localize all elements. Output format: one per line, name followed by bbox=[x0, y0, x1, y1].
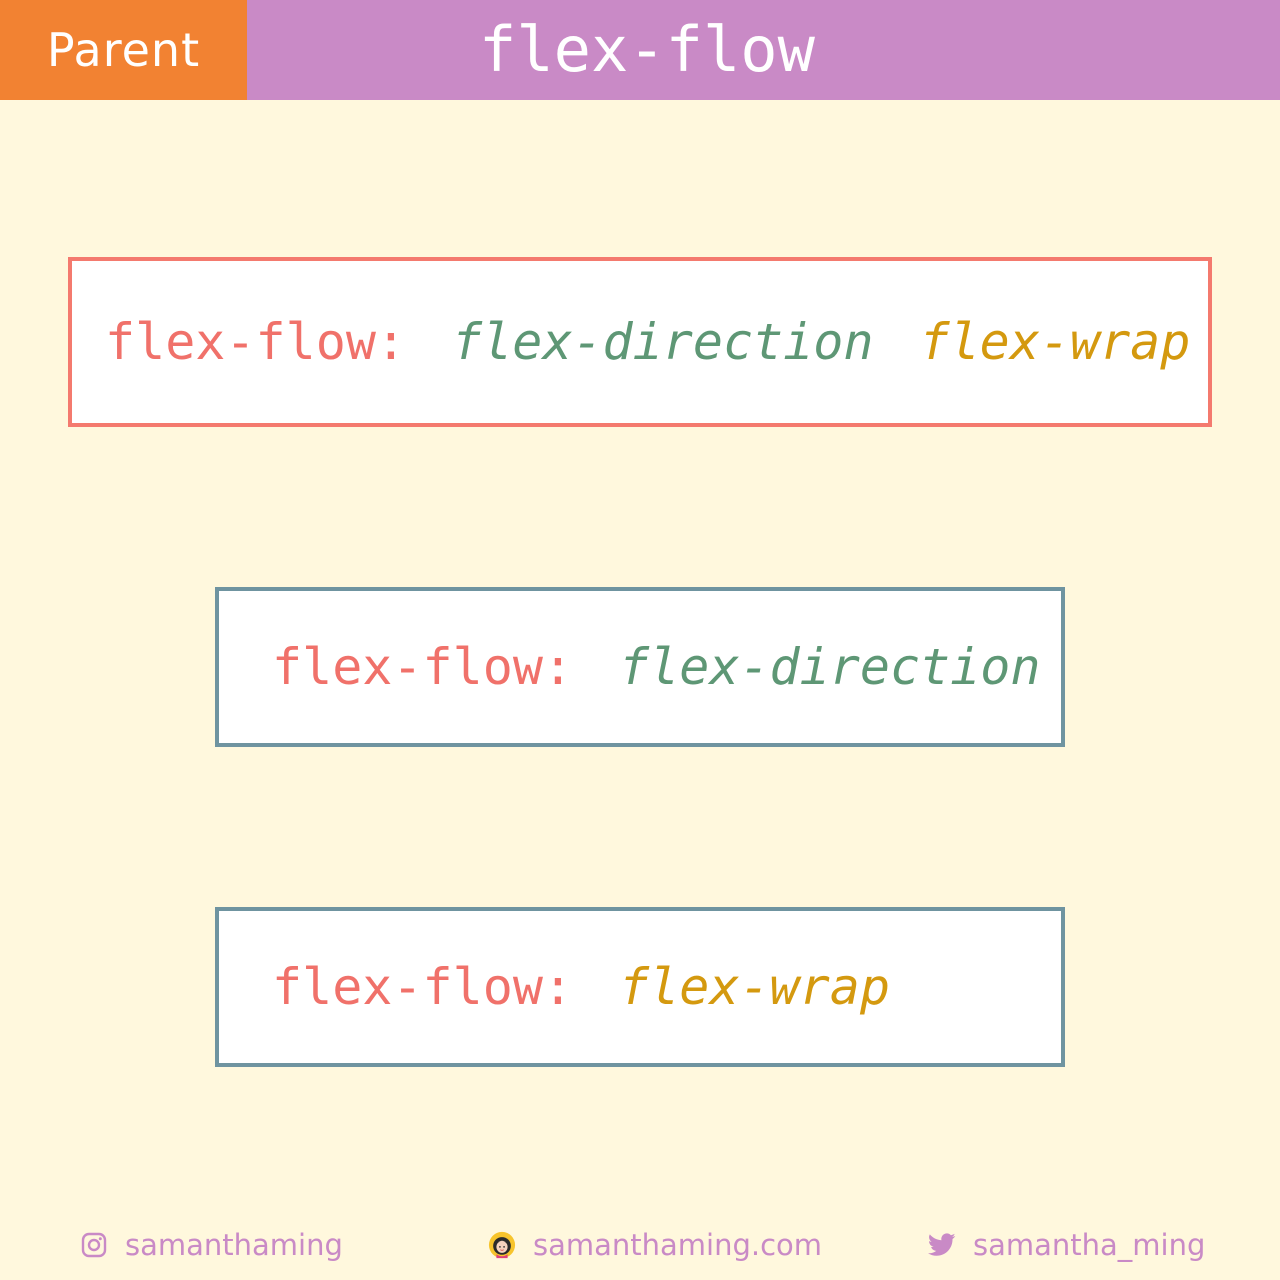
flex-wrap-value: flex-wrap bbox=[919, 313, 1191, 371]
page-title: flex-flow bbox=[479, 13, 815, 86]
twitter-link[interactable]: samantha_ming bbox=[928, 1215, 1205, 1275]
code-line: flex-flow: flex-direction bbox=[272, 637, 1040, 697]
code-box-direction-only: flex-flow: flex-direction bbox=[215, 587, 1065, 747]
code-box-full-shorthand: flex-flow: flex-direction flex-wrap bbox=[68, 257, 1212, 427]
code-line: flex-flow: flex-wrap bbox=[272, 957, 890, 1017]
flex-direction-value: flex-direction bbox=[619, 638, 1041, 696]
instagram-link[interactable]: samanthaming bbox=[80, 1215, 343, 1275]
code-box-wrap-only: flex-flow: flex-wrap bbox=[215, 907, 1065, 1067]
instagram-handle: samanthaming bbox=[125, 1228, 343, 1262]
website-url: samanthaming.com bbox=[533, 1228, 823, 1262]
footer: samanthaming samanthaming.com samantha_m… bbox=[0, 1215, 1280, 1275]
twitter-icon bbox=[928, 1231, 956, 1259]
avatar-icon bbox=[488, 1231, 516, 1259]
property-name: flex-flow: bbox=[105, 313, 407, 371]
flex-direction-value: flex-direction bbox=[452, 313, 874, 371]
code-line: flex-flow: flex-direction flex-wrap bbox=[105, 312, 1190, 372]
twitter-handle: samantha_ming bbox=[973, 1228, 1206, 1262]
flex-wrap-value: flex-wrap bbox=[619, 958, 890, 1016]
instagram-icon bbox=[80, 1231, 108, 1259]
property-name: flex-flow: bbox=[272, 958, 574, 1016]
property-name: flex-flow: bbox=[272, 638, 574, 696]
website-link[interactable]: samanthaming.com bbox=[488, 1215, 822, 1275]
parent-tag: Parent bbox=[0, 0, 247, 100]
header-bar: Parent flex-flow bbox=[0, 0, 1280, 100]
